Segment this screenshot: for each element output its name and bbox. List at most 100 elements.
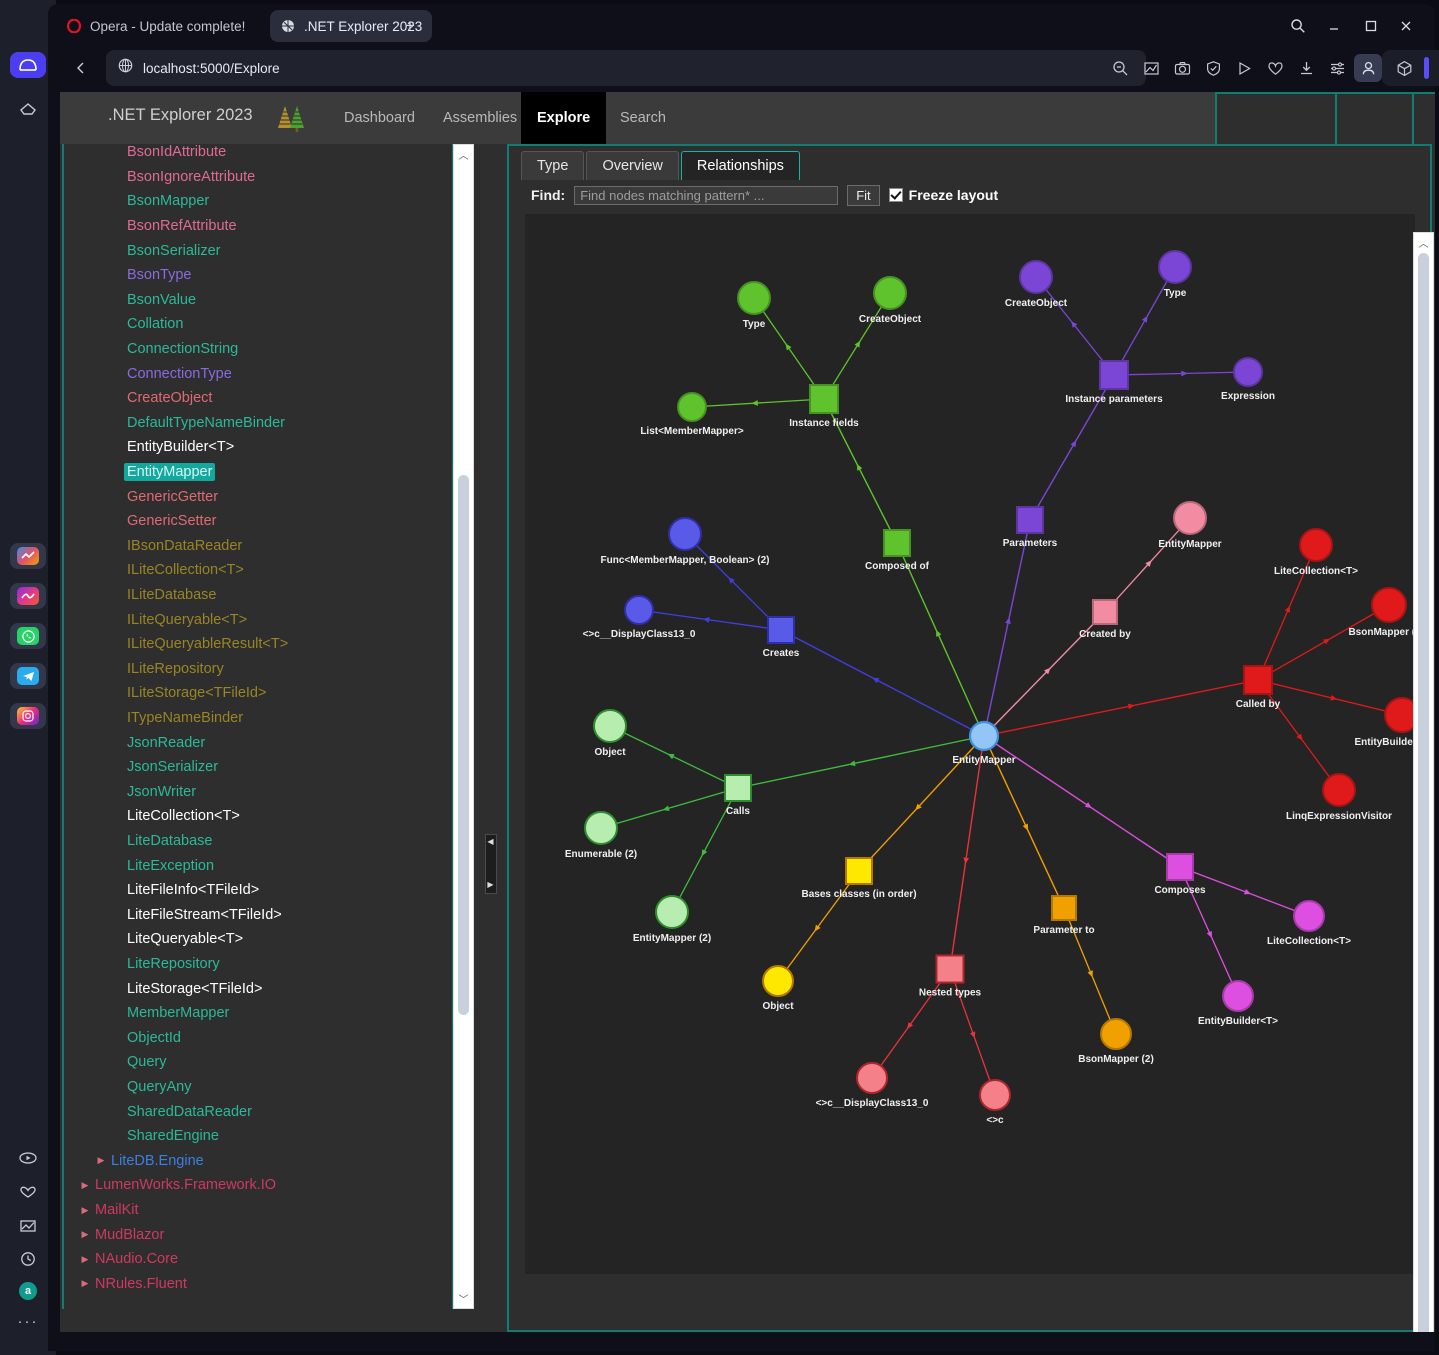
history-icon[interactable] xyxy=(10,1246,46,1272)
tree-item[interactable]: ConnectionString xyxy=(64,337,452,362)
fit-button[interactable]: Fit xyxy=(847,184,880,206)
scroll-down-arrow-icon[interactable]: ﹀ xyxy=(454,1289,473,1308)
url-bar[interactable]: localhost:5000/Explore xyxy=(106,50,1146,86)
tab-relationships[interactable]: Relationships xyxy=(680,151,800,180)
browser-tab-0[interactable]: Opera - Update complete! xyxy=(56,10,255,42)
graph-node-square[interactable] xyxy=(1166,853,1194,881)
tree-vertical-scrollbar[interactable]: ︿ ﹀ xyxy=(453,144,474,1309)
close-icon[interactable] xyxy=(1393,14,1419,38)
nav-explore[interactable]: Explore xyxy=(521,92,607,144)
more-icon[interactable]: ··· xyxy=(10,1308,46,1334)
graph-node-circle[interactable] xyxy=(1173,501,1207,535)
nav-search[interactable]: Search xyxy=(604,92,682,144)
tree-item[interactable]: ILiteStorage<TFileId> xyxy=(64,681,452,706)
graph-center-node[interactable] xyxy=(968,720,1000,752)
tree-item[interactable]: CreateObject xyxy=(64,386,452,411)
graph-node-circle[interactable] xyxy=(624,595,654,625)
tree-item[interactable]: JsonWriter xyxy=(64,780,452,805)
graph-node-circle[interactable] xyxy=(856,1062,888,1094)
tree-item[interactable]: ILiteQueryableResult<T> xyxy=(64,632,452,657)
tree-scroll-thumb[interactable] xyxy=(458,475,469,1015)
tree-item[interactable]: ILiteQueryable<T> xyxy=(64,607,452,632)
tree-item[interactable]: Collation xyxy=(64,312,452,337)
tree-item[interactable]: LiteCollection<T> xyxy=(64,804,452,829)
tree-item[interactable]: ▶ LumenWorks.Framework.IO xyxy=(64,1173,452,1198)
graph-node-circle[interactable] xyxy=(1100,1018,1132,1050)
minimize-icon[interactable] xyxy=(1321,14,1347,38)
graph-node-circle[interactable] xyxy=(1293,900,1325,932)
tree-item[interactable]: LiteFileStream<TFileId> xyxy=(64,903,452,928)
heart-icon[interactable] xyxy=(1261,54,1289,82)
tree-item[interactable]: LiteFileInfo<TFileId> xyxy=(64,878,452,903)
tree-item[interactable]: ▶ NAudio.Core xyxy=(64,1247,452,1272)
graph-node-circle[interactable] xyxy=(677,392,707,422)
graph-node-circle[interactable] xyxy=(655,895,689,929)
tree-item[interactable]: ▶ MailKit xyxy=(64,1198,452,1223)
profile-icon[interactable] xyxy=(1354,54,1382,82)
tree-caret-icon[interactable]: ▶ xyxy=(78,1205,92,1216)
detail-scroll-thumb[interactable] xyxy=(1418,253,1429,1332)
graph-node-square[interactable] xyxy=(1051,895,1077,921)
home-icon[interactable] xyxy=(10,52,46,78)
instagram-icon[interactable] xyxy=(10,703,46,729)
tree-item[interactable]: LiteStorage<TFileId> xyxy=(64,976,452,1001)
graph-node-square[interactable] xyxy=(767,616,795,644)
relationship-graph-canvas[interactable]: Composed of Instance fields Type CreateObje… xyxy=(525,214,1415,1274)
tree-item[interactable]: EntityBuilder<T> xyxy=(64,435,452,460)
favorites-heart-icon[interactable] xyxy=(10,1179,46,1205)
graph-node-square[interactable] xyxy=(935,954,965,984)
scroll-up-arrow-icon[interactable]: ︿ xyxy=(454,145,473,164)
graph-node-circle[interactable] xyxy=(979,1079,1011,1111)
nav-dashboard[interactable]: Dashboard xyxy=(328,92,431,144)
new-tab-button[interactable]: + xyxy=(398,14,422,38)
site-info-icon[interactable] xyxy=(118,58,133,78)
tree-caret-icon[interactable]: ▶ xyxy=(78,1229,92,1240)
maximize-icon[interactable] xyxy=(1358,14,1384,38)
snapshot-icon[interactable] xyxy=(1168,54,1196,82)
tree-item[interactable]: BsonIdAttribute xyxy=(64,144,452,165)
tree-item[interactable]: Query xyxy=(64,1050,452,1075)
tree-item[interactable]: DefaultTypeNameBinder xyxy=(64,411,452,436)
tree-item[interactable]: JsonReader xyxy=(64,730,452,755)
tree-item[interactable]: LiteDatabase xyxy=(64,829,452,854)
tree-item[interactable]: IBsonDataReader xyxy=(64,534,452,559)
sliders-icon[interactable] xyxy=(1323,54,1351,82)
tree-item[interactable]: BsonRefAttribute xyxy=(64,214,452,239)
freeze-layout-toggle[interactable]: Freeze layout xyxy=(888,187,998,203)
tree-item[interactable]: GenericSetter xyxy=(64,509,452,534)
graph-node-square[interactable] xyxy=(883,529,911,557)
tree-item[interactable]: GenericGetter xyxy=(64,484,452,509)
tree-item[interactable]: SharedEngine xyxy=(64,1124,452,1149)
graph-node-square[interactable] xyxy=(1099,360,1129,390)
find-input[interactable] xyxy=(574,185,839,205)
tree-item[interactable]: SharedDataReader xyxy=(64,1099,452,1124)
graph-node-square[interactable] xyxy=(724,774,752,802)
tree-item[interactable]: LiteException xyxy=(64,853,452,878)
splitter-handle[interactable]: ◀ ▶ xyxy=(485,834,497,894)
tree-caret-icon[interactable]: ▶ xyxy=(78,1254,92,1265)
graph-node-circle[interactable] xyxy=(1322,773,1356,807)
freeze-layout-checkbox[interactable] xyxy=(888,188,903,202)
zoom-out-icon[interactable] xyxy=(1106,54,1134,82)
play-icon[interactable] xyxy=(1230,54,1258,82)
graph-node-circle[interactable] xyxy=(1299,528,1333,562)
tree-item[interactable]: JsonSerializer xyxy=(64,755,452,780)
graph-node-square[interactable] xyxy=(1243,665,1273,695)
tree-item[interactable]: BsonSerializer xyxy=(64,238,452,263)
tree-item[interactable]: ▶ LiteDB.Engine xyxy=(64,1149,452,1174)
tree-item[interactable]: BsonMapper xyxy=(64,189,452,214)
graph-node-circle[interactable] xyxy=(737,281,771,315)
tree-item[interactable]: LiteRepository xyxy=(64,952,452,977)
graph-node-circle[interactable] xyxy=(593,709,627,743)
graph-node-circle[interactable] xyxy=(1233,357,1263,387)
bookmarks-icon[interactable] xyxy=(10,96,46,122)
search-icon[interactable] xyxy=(1285,14,1311,38)
detail-vertical-scrollbar[interactable]: ︿ ﹀ xyxy=(1413,232,1434,1332)
app-brand[interactable]: .NET Explorer 2023 xyxy=(108,106,253,125)
graph-node-circle[interactable] xyxy=(1019,260,1053,294)
back-icon[interactable] xyxy=(68,56,94,80)
tree-item[interactable]: ObjectId xyxy=(64,1026,452,1051)
graph-node-circle[interactable] xyxy=(762,965,794,997)
messenger-icon[interactable] xyxy=(10,583,46,609)
amazon-icon[interactable]: a xyxy=(10,1278,46,1304)
